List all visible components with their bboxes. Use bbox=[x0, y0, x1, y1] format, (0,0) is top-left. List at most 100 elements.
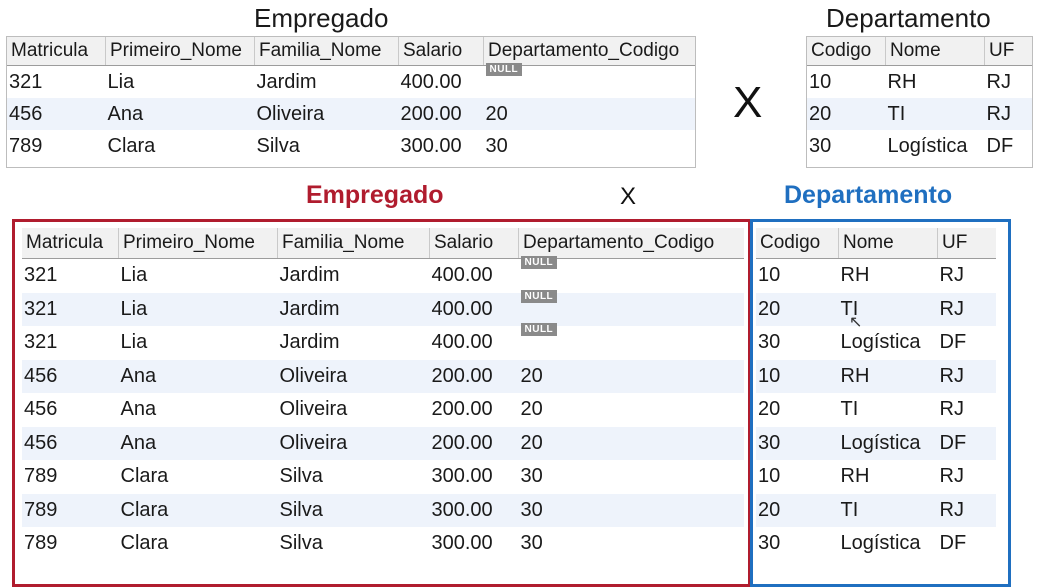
null-cell: NULL bbox=[519, 256, 745, 293]
table-row[interactable]: 456 Ana Oliveira 200.00 20 bbox=[7, 98, 695, 130]
col-uf[interactable]: UF bbox=[984, 37, 1032, 66]
empregado-table-top: Matricula Primeiro_Nome Familia_Nome Sal… bbox=[6, 36, 696, 168]
table-row[interactable]: 10 RH RJ bbox=[756, 460, 996, 494]
table-row[interactable]: 10 RH RJ bbox=[807, 66, 1032, 99]
col-matricula[interactable]: Matricula bbox=[7, 37, 106, 66]
table-row[interactable]: 20 TI RJ bbox=[807, 98, 1032, 130]
table-row[interactable]: 30 Logística DF bbox=[756, 527, 996, 561]
table-cell: 30 bbox=[758, 532, 781, 555]
departamento-table-top: Codigo Nome UF 10 RH RJ 20 TI RJ 30 Logística DF bbox=[806, 36, 1033, 168]
table-cell: 20 bbox=[756, 292, 839, 326]
table-cell: Logística bbox=[887, 134, 968, 157]
table-cell: 321 bbox=[24, 264, 58, 287]
table-row[interactable]: 456 Ana Oliveira 200.00 20 bbox=[22, 426, 744, 460]
col-codigo[interactable]: Codigo bbox=[807, 37, 886, 66]
col-nome[interactable]: Nome bbox=[838, 228, 938, 259]
table-cell: Jardim bbox=[279, 264, 340, 287]
table-cell: RJ bbox=[984, 98, 1032, 130]
col-nome[interactable]: Nome bbox=[885, 37, 985, 66]
table-row[interactable]: 321 Lia Jardim 400.00 NULL bbox=[22, 323, 745, 360]
col-departamento-codigo[interactable]: Departamento_Codigo bbox=[518, 228, 744, 259]
result-departamento-table: Codigo Nome UF 10 RH RJ 20 TI RJ 30 Logística DF… bbox=[756, 228, 996, 573]
table-cell: RH bbox=[887, 70, 917, 93]
col-salario[interactable]: Salario bbox=[429, 228, 519, 259]
table-cell: RJ bbox=[986, 70, 1011, 93]
col-salario[interactable]: Salario bbox=[398, 37, 484, 66]
table-row[interactable]: 20 TI RJ bbox=[756, 292, 996, 326]
mouse-cursor-icon: ↖ bbox=[849, 314, 863, 331]
table-cell: 456 bbox=[22, 426, 119, 460]
table-row[interactable]: 30 Logística DF bbox=[756, 326, 996, 360]
table-cell: 300.00 bbox=[431, 465, 493, 488]
table-cell: 789 bbox=[22, 493, 119, 527]
table-cell: Ana bbox=[105, 98, 255, 130]
table-cell: 456 bbox=[22, 359, 119, 393]
table-cell: 200.00 bbox=[398, 98, 484, 130]
table-cell: TI bbox=[885, 98, 985, 130]
table-cell: Ana bbox=[118, 359, 278, 393]
table-row[interactable]: 30 Logística DF bbox=[756, 426, 996, 460]
departamento-title-top: Departamento bbox=[826, 3, 991, 33]
table-row[interactable]: 20 TI RJ bbox=[756, 393, 996, 427]
table-row[interactable]: 456 Ana Oliveira 200.00 20 bbox=[22, 393, 744, 427]
table-row[interactable]: 321 Lia Jardim 400.00 NULL bbox=[22, 256, 745, 293]
col-matricula[interactable]: Matricula bbox=[22, 228, 119, 259]
table-cell: 20 bbox=[520, 398, 543, 421]
table-cell: Silva bbox=[279, 532, 323, 555]
table-cell: Clara bbox=[120, 532, 169, 555]
table-cell: RJ bbox=[937, 359, 996, 393]
table-cell: Clara bbox=[120, 465, 169, 488]
col-familia-nome[interactable]: Familia_Nome bbox=[277, 228, 430, 259]
table-cell: 20 bbox=[483, 98, 695, 130]
table-cell: Lia bbox=[120, 331, 148, 354]
table-row[interactable]: 20 TI RJ bbox=[756, 493, 996, 527]
col-familia-nome[interactable]: Familia_Nome bbox=[254, 37, 399, 66]
cross-product-operator-bottom: X bbox=[620, 183, 637, 210]
col-primeiro-nome[interactable]: Primeiro_Nome bbox=[105, 37, 255, 66]
table-cell: 300.00 bbox=[429, 493, 519, 527]
col-departamento-codigo[interactable]: Departamento_Codigo bbox=[483, 37, 695, 66]
table-header-row: Codigo Nome UF bbox=[807, 37, 1032, 66]
table-cell: 20 bbox=[758, 398, 781, 421]
table-cell: 300.00 bbox=[400, 134, 462, 157]
table-row[interactable]: 321 Lia Jardim 400.00 NULL bbox=[7, 62, 695, 99]
table-cell: RH bbox=[840, 264, 870, 287]
table-cell: 400.00 bbox=[429, 292, 519, 326]
table-cell: 20 bbox=[518, 426, 744, 460]
null-cell: NULL bbox=[519, 323, 745, 360]
table-cell: 200.00 bbox=[431, 398, 493, 421]
table-cell: RJ bbox=[937, 292, 996, 326]
table-cell: 30 bbox=[756, 426, 839, 460]
table-cell: 200.00 bbox=[429, 359, 519, 393]
table-cell: Lia bbox=[120, 264, 148, 287]
col-uf[interactable]: UF bbox=[937, 228, 996, 259]
null-cell: NULL bbox=[518, 289, 744, 326]
table-row[interactable]: 789 Clara Silva 300.00 30 bbox=[22, 527, 744, 561]
table-cell: 30 bbox=[485, 134, 508, 157]
table-row[interactable]: 456 Ana Oliveira 200.00 20 bbox=[22, 359, 744, 393]
table-cell: Ana bbox=[120, 398, 157, 421]
table-row[interactable]: 10 RH RJ bbox=[756, 259, 996, 293]
col-primeiro-nome[interactable]: Primeiro_Nome bbox=[118, 228, 278, 259]
table-row[interactable]: 789 Clara Silva 300.00 30 bbox=[22, 493, 744, 527]
table-cell: 400.00 bbox=[431, 331, 493, 354]
table-cell: Jardim bbox=[279, 331, 340, 354]
table-cell: 789 bbox=[24, 532, 58, 555]
table-cell: TI bbox=[840, 398, 859, 421]
table-cell: DF bbox=[939, 532, 967, 555]
table-cell: RH bbox=[838, 359, 938, 393]
table-row[interactable]: 321 Lia Jardim 400.00 NULL bbox=[22, 289, 744, 326]
table-row[interactable]: 10 RH RJ bbox=[756, 359, 996, 393]
table-cell: Oliveira bbox=[277, 359, 430, 393]
table-cell: 400.00 bbox=[431, 264, 493, 287]
table-cell: 10 bbox=[809, 70, 832, 93]
table-row[interactable]: 30 Logística DF bbox=[807, 130, 1032, 162]
col-codigo[interactable]: Codigo bbox=[756, 228, 839, 259]
result-empregado-table: Matricula Primeiro_Nome Familia_Nome Sal… bbox=[22, 228, 744, 573]
table-cell: 200.00 bbox=[429, 426, 519, 460]
table-cell: 321 bbox=[9, 70, 43, 93]
null-badge: NULL bbox=[485, 62, 523, 76]
table-header-row: Matricula Primeiro_Nome Familia_Nome Sal… bbox=[22, 228, 744, 259]
table-row[interactable]: 789 Clara Silva 300.00 30 bbox=[7, 130, 695, 162]
table-row[interactable]: 789 Clara Silva 300.00 30 bbox=[22, 460, 744, 494]
